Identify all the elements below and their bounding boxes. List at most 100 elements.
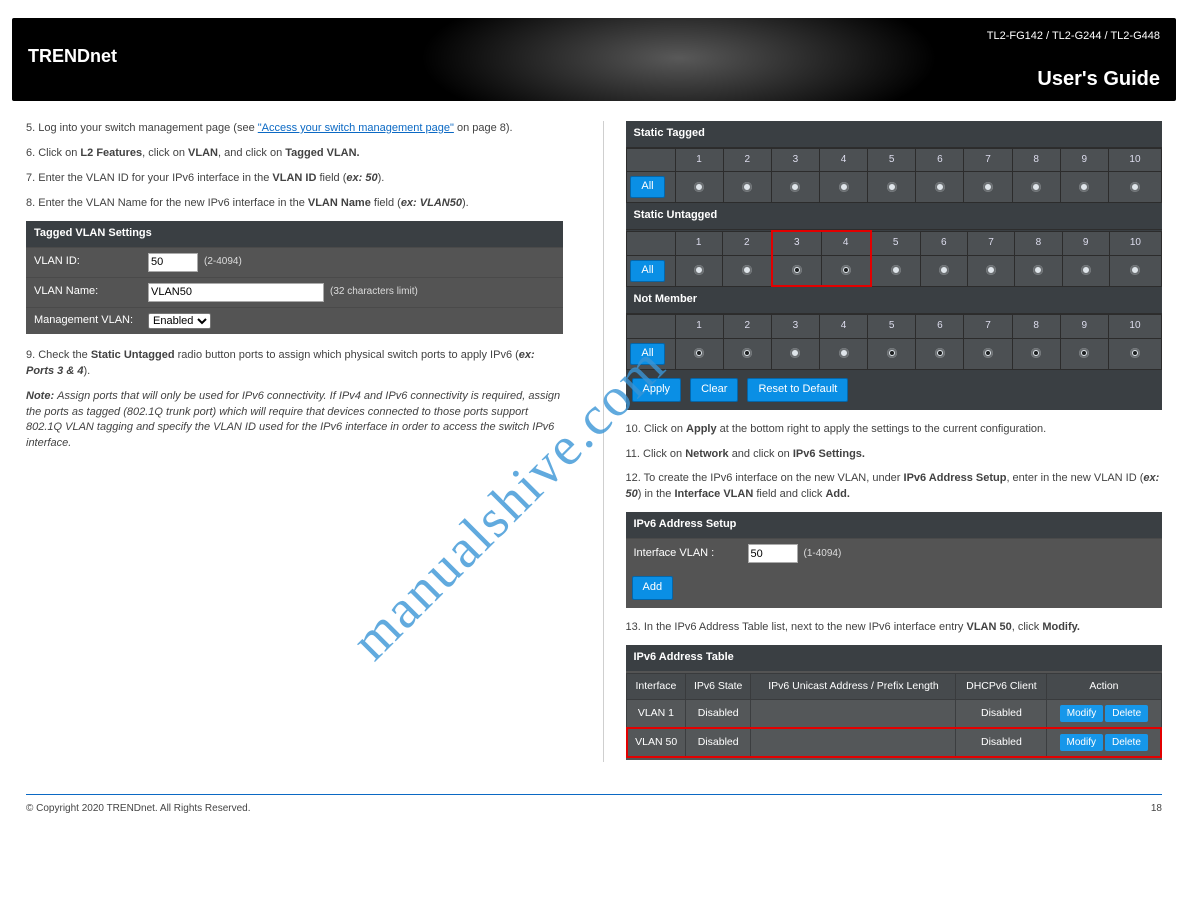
port-header: 8 bbox=[1012, 315, 1060, 339]
static-tagged-title: Static Tagged bbox=[626, 121, 1163, 148]
port-header: 10 bbox=[1108, 148, 1161, 172]
page-header: TRENDnet TL2-FG142 / TL2-G244 / TL2-G448… bbox=[12, 18, 1176, 101]
table-cell: Disabled bbox=[956, 700, 1047, 729]
port-radio[interactable] bbox=[841, 265, 851, 275]
port-radio[interactable] bbox=[1081, 265, 1091, 275]
table-cell bbox=[751, 700, 956, 729]
port-radio[interactable] bbox=[935, 182, 945, 192]
access-page-link[interactable]: "Access your switch management page" bbox=[258, 122, 454, 134]
delete-button[interactable]: Delete bbox=[1105, 705, 1148, 722]
page-number: 18 bbox=[1151, 803, 1162, 814]
port-header: 5 bbox=[871, 231, 920, 255]
port-radio[interactable] bbox=[891, 265, 901, 275]
clear-button[interactable]: Clear bbox=[690, 378, 738, 402]
port-radio[interactable] bbox=[742, 265, 752, 275]
vlan-id-hint: (2-4094) bbox=[204, 255, 242, 270]
port-header: 8 bbox=[1012, 148, 1060, 172]
port-header: 7 bbox=[967, 231, 1014, 255]
port-radio[interactable] bbox=[935, 348, 945, 358]
table-cell: Disabled bbox=[956, 728, 1047, 757]
ipv6-address-setup-panel: IPv6 Address Setup Interface VLAN : (1-4… bbox=[626, 512, 1163, 608]
delete-button[interactable]: Delete bbox=[1105, 734, 1148, 751]
port-radio[interactable] bbox=[839, 182, 849, 192]
table-cell: Disabled bbox=[685, 700, 751, 729]
port-header: 1 bbox=[675, 231, 722, 255]
tagged-vlan-settings-panel: Tagged VLAN Settings VLAN ID: (2-4094) V… bbox=[26, 221, 563, 334]
port-header: 6 bbox=[916, 148, 964, 172]
table-cell bbox=[751, 728, 956, 757]
modify-button[interactable]: Modify bbox=[1060, 734, 1103, 751]
interface-vlan-label: Interface VLAN : bbox=[634, 546, 742, 562]
step11: 11. Click on Network and click on IPv6 S… bbox=[626, 447, 1163, 463]
ipv6-table-title: IPv6 Address Table bbox=[626, 645, 1163, 671]
product-models: TL2-FG142 / TL2-G244 / TL2-G448 bbox=[987, 30, 1160, 42]
note: Note: Assign ports that will only be use… bbox=[26, 389, 563, 453]
ipv6-setup-title: IPv6 Address Setup bbox=[626, 512, 1163, 538]
step10: 10. Click on Apply at the bottom right t… bbox=[626, 422, 1163, 438]
table-cell: VLAN 1 bbox=[627, 700, 686, 729]
port-header: 2 bbox=[722, 231, 771, 255]
port-header: 3 bbox=[771, 148, 819, 172]
table-cell: VLAN 50 bbox=[627, 728, 686, 757]
port-radio[interactable] bbox=[742, 182, 752, 192]
port-header: 7 bbox=[964, 315, 1012, 339]
apply-button[interactable]: Apply bbox=[632, 378, 682, 402]
interface-vlan-hint: (1-4094) bbox=[804, 547, 842, 562]
step5: 5. Log into your switch management page … bbox=[26, 121, 563, 137]
reset-button[interactable]: Reset to Default bbox=[747, 378, 848, 402]
mgmt-vlan-select[interactable]: Enabled bbox=[148, 313, 211, 329]
port-radio[interactable] bbox=[1130, 348, 1140, 358]
port-radio[interactable] bbox=[986, 265, 996, 275]
port-radio[interactable] bbox=[1033, 265, 1043, 275]
port-radio[interactable] bbox=[887, 182, 897, 192]
port-header: 9 bbox=[1060, 148, 1108, 172]
port-radio[interactable] bbox=[1130, 265, 1140, 275]
port-radio[interactable] bbox=[1079, 348, 1089, 358]
add-button[interactable]: Add bbox=[632, 576, 674, 600]
vlan-id-input[interactable] bbox=[148, 253, 198, 272]
port-radio[interactable] bbox=[694, 182, 704, 192]
port-radio[interactable] bbox=[887, 348, 897, 358]
port-header: 10 bbox=[1109, 231, 1161, 255]
port-radio[interactable] bbox=[694, 265, 704, 275]
port-radio[interactable] bbox=[939, 265, 949, 275]
vlan-name-hint: (32 characters limit) bbox=[330, 285, 418, 300]
port-radio[interactable] bbox=[839, 348, 849, 358]
guide-title: User's Guide bbox=[1037, 68, 1160, 91]
port-header: 1 bbox=[675, 148, 723, 172]
port-radio[interactable] bbox=[983, 182, 993, 192]
port-header: 7 bbox=[964, 148, 1012, 172]
vlan-name-label: VLAN Name: bbox=[34, 284, 142, 300]
column-header: Action bbox=[1047, 674, 1161, 700]
all-button[interactable]: All bbox=[630, 343, 664, 365]
step6: 6. Click on L2 Features, click on VLAN, … bbox=[26, 146, 563, 162]
port-radio[interactable] bbox=[792, 265, 802, 275]
column-header: DHCPv6 Client bbox=[956, 674, 1047, 700]
modify-button[interactable]: Modify bbox=[1060, 705, 1103, 722]
port-header: 10 bbox=[1108, 315, 1161, 339]
interface-vlan-input[interactable] bbox=[748, 544, 798, 563]
all-button[interactable]: All bbox=[630, 260, 664, 282]
port-radio[interactable] bbox=[742, 348, 752, 358]
step12: 12. To create the IPv6 interface on the … bbox=[626, 471, 1163, 503]
port-radio[interactable] bbox=[790, 182, 800, 192]
port-radio[interactable] bbox=[1079, 182, 1089, 192]
port-header: 1 bbox=[675, 315, 723, 339]
port-radio[interactable] bbox=[1031, 348, 1041, 358]
port-header: 3 bbox=[771, 315, 819, 339]
ipv6-address-table-panel: IPv6 Address Table InterfaceIPv6 StateIP… bbox=[626, 645, 1163, 760]
all-button[interactable]: All bbox=[630, 176, 664, 198]
port-header: 8 bbox=[1015, 231, 1062, 255]
step13: 13. In the IPv6 Address Table list, next… bbox=[626, 620, 1163, 636]
port-header: 6 bbox=[920, 231, 967, 255]
port-radio[interactable] bbox=[694, 348, 704, 358]
tagged-vlan-title: Tagged VLAN Settings bbox=[26, 221, 563, 247]
vlan-name-input[interactable] bbox=[148, 283, 324, 302]
port-radio[interactable] bbox=[790, 348, 800, 358]
step7: 7. Enter the VLAN ID for your IPv6 inter… bbox=[26, 171, 563, 187]
port-radio[interactable] bbox=[1130, 182, 1140, 192]
port-matrix: Static Tagged 12345678910All Static Unta… bbox=[626, 121, 1163, 410]
port-radio[interactable] bbox=[983, 348, 993, 358]
port-radio[interactable] bbox=[1031, 182, 1041, 192]
not-member-title: Not Member bbox=[626, 287, 1163, 314]
